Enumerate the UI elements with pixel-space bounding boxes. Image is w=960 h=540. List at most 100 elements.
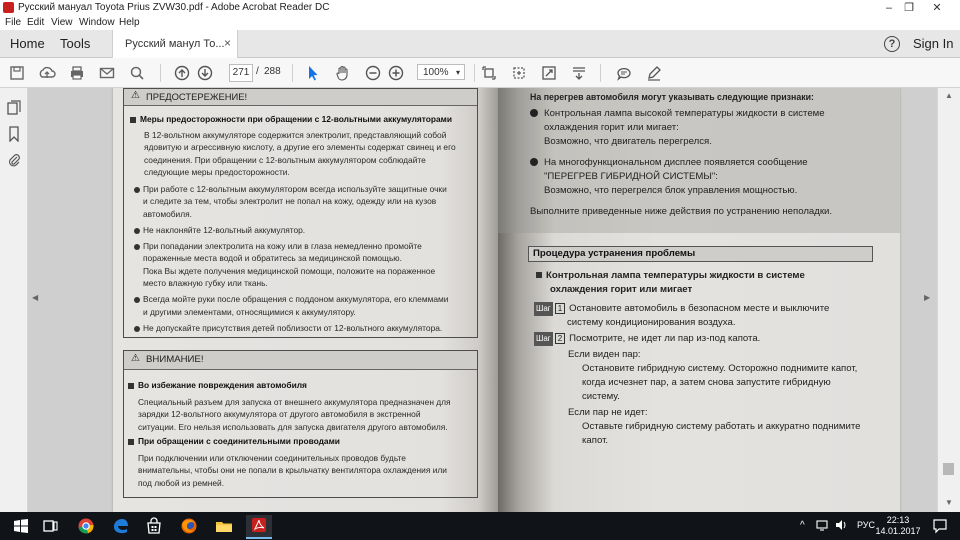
save-icon[interactable] — [8, 64, 26, 82]
round-bullet-icon — [134, 297, 140, 304]
page-number-input[interactable]: 271 — [229, 64, 253, 82]
show-hidden-icons-icon[interactable]: ^ — [800, 520, 812, 540]
notifications-icon[interactable] — [932, 518, 948, 538]
square-bullet-icon — [128, 382, 134, 389]
procedure-subtitle: Контрольная лампа температуры жидкости в… — [536, 269, 881, 297]
menu-bar: File Edit View Window Help — [0, 16, 960, 30]
scrollbar-thumb[interactable] — [943, 463, 954, 475]
help-icon[interactable]: ? — [884, 36, 900, 52]
page-thumbnails-icon[interactable] — [7, 100, 21, 116]
pdf-page-spread: ⚠ ПРЕДОСТЕРЕЖЕНИЕ! Меры предосторожности… — [113, 88, 900, 512]
warning-triangle-icon: ⚠ — [131, 353, 140, 364]
sign-in-link[interactable]: Sign In — [913, 36, 953, 51]
search-icon[interactable] — [128, 64, 146, 82]
chrome-icon[interactable] — [75, 516, 97, 536]
procedure-header-bar: Процедура устранения проблемы — [528, 246, 873, 262]
round-bullet-icon — [134, 243, 140, 250]
email-icon[interactable] — [98, 64, 116, 82]
zoom-level-value: 100% — [423, 67, 449, 78]
task-view-icon[interactable] — [40, 516, 62, 536]
notice-header-bar: ⚠ ВНИМАНИЕ! — [124, 351, 477, 370]
warning-bullet-list: При работе с 12-вольтным аккумулятором в… — [134, 183, 474, 334]
rotate-icon[interactable] — [510, 64, 528, 82]
step-1: Шаг 1 Остановите автомобиль в безопасном м… — [534, 302, 830, 328]
previous-page-icon[interactable] — [173, 64, 191, 82]
menu-edit[interactable]: Edit — [27, 17, 44, 28]
left-page: ⚠ ПРЕДОСТЕРЕЖЕНИЕ! Меры предосторожности… — [113, 88, 498, 512]
notice-box: ⚠ ВНИМАНИЕ! Во избежание повреждения авт… — [123, 350, 478, 498]
tab-tools[interactable]: Tools — [60, 36, 90, 51]
warning-header: ПРЕДОСТЕРЕЖЕНИЕ! — [146, 91, 248, 102]
warning-header-bar: ⚠ ПРЕДОСТЕРЕЖЕНИЕ! — [124, 89, 477, 106]
scroll-mode-icon[interactable] — [570, 64, 588, 82]
step-label: Шаг — [534, 302, 553, 316]
overheat-sign-2: На многофункциональном дисплее появляетс… — [530, 156, 890, 198]
notice-title-1: Во избежание повреждения автомобиля — [128, 379, 473, 391]
overheat-action: Выполните приведенные ниже действия по у… — [530, 206, 833, 217]
acrobat-app-icon — [3, 2, 14, 13]
right-page: На перегрев автомобиля могут указывать с… — [498, 88, 900, 512]
step-number: 2 — [554, 333, 566, 344]
navigation-pane — [0, 88, 28, 512]
network-icon[interactable] — [815, 518, 829, 538]
list-item: Не наклоняйте 12-вольтный аккумулятор. — [134, 224, 474, 236]
clock[interactable]: 22:13 14.01.2017 — [868, 515, 928, 537]
tab-home[interactable]: Home — [10, 36, 45, 51]
file-explorer-icon[interactable] — [213, 516, 235, 536]
scroll-up-icon[interactable]: ▲ — [945, 91, 953, 100]
menu-file[interactable]: File — [5, 17, 21, 28]
edge-icon[interactable] — [110, 516, 132, 536]
list-item: При работе с 12-вольтным аккумулятором в… — [134, 183, 474, 195]
document-view[interactable]: ◀ ▶ ⚠ ПРЕДОСТЕРЕЖЕНИЕ! Меры предосторожн… — [28, 88, 937, 512]
close-tab-icon[interactable]: × — [224, 36, 231, 50]
if-steam-label: Если виден пар: — [568, 349, 641, 360]
menu-window[interactable]: Window — [79, 17, 115, 28]
next-page-icon[interactable] — [196, 64, 214, 82]
firefox-icon[interactable] — [178, 516, 200, 536]
attachment-icon[interactable] — [7, 152, 21, 168]
round-bullet-icon — [134, 186, 140, 193]
vertical-scrollbar[interactable]: ▲ ▼ — [937, 88, 960, 512]
windows-start-icon[interactable] — [10, 516, 32, 536]
pen-icon[interactable] — [645, 64, 663, 82]
upload-cloud-icon[interactable] — [38, 64, 56, 82]
clock-time: 22:13 — [886, 515, 910, 525]
zoom-in-icon[interactable] — [387, 64, 405, 82]
expand-right-pane-icon[interactable]: ▶ — [924, 293, 930, 302]
warning-intro: В 12-вольтном аккумуляторе содержится эл… — [144, 130, 456, 177]
fit-page-icon[interactable] — [480, 64, 498, 82]
menu-help[interactable]: Help — [119, 17, 140, 28]
warning-title: Меры предосторожности при обращении с 12… — [130, 113, 475, 125]
notice-header: ВНИМАНИЕ! — [146, 354, 204, 365]
bookmark-icon[interactable] — [7, 126, 21, 143]
zoom-level-select[interactable]: 100% ▾ — [417, 64, 465, 80]
round-bullet-icon — [134, 325, 140, 332]
store-icon[interactable] — [143, 516, 165, 536]
document-tab-label: Русский манул То... — [125, 38, 225, 50]
notice-title-2: При обращении с соединительными проводам… — [128, 435, 473, 447]
tab-document[interactable]: Русский манул То... × — [112, 30, 238, 58]
menu-view[interactable]: View — [51, 17, 73, 28]
step-2: Шаг 2 Посмотрите, не идет ли пар из-под ка… — [534, 332, 761, 346]
print-icon[interactable] — [68, 64, 86, 82]
select-cursor-icon[interactable] — [304, 64, 322, 82]
acrobat-taskbar-icon[interactable] — [246, 515, 272, 539]
step-label: Шаг — [534, 332, 553, 346]
clock-date: 14.01.2017 — [875, 526, 921, 536]
hand-tool-icon[interactable] — [334, 64, 352, 82]
full-screen-icon[interactable] — [540, 64, 558, 82]
scroll-down-icon[interactable]: ▼ — [945, 498, 953, 507]
round-bullet-icon — [134, 227, 140, 234]
chevron-down-icon: ▾ — [455, 68, 460, 77]
collapse-left-pane-icon[interactable]: ◀ — [32, 293, 38, 302]
comment-icon[interactable] — [615, 64, 633, 82]
if-no-steam-text: Оставьте гибридную систему работать и ак… — [582, 421, 861, 446]
step-number: 1 — [554, 303, 566, 314]
overheat-sign-1: Контрольная лампа высокой температуры жи… — [530, 107, 890, 149]
toolbar-divider — [600, 64, 601, 82]
close-window-button[interactable]: ✕ — [914, 0, 960, 16]
overheat-intro: На перегрев автомобиля могут указывать с… — [530, 92, 814, 102]
procedure-title: Процедура устранения проблемы — [533, 248, 696, 259]
volume-icon[interactable] — [834, 518, 848, 538]
zoom-out-icon[interactable] — [364, 64, 382, 82]
